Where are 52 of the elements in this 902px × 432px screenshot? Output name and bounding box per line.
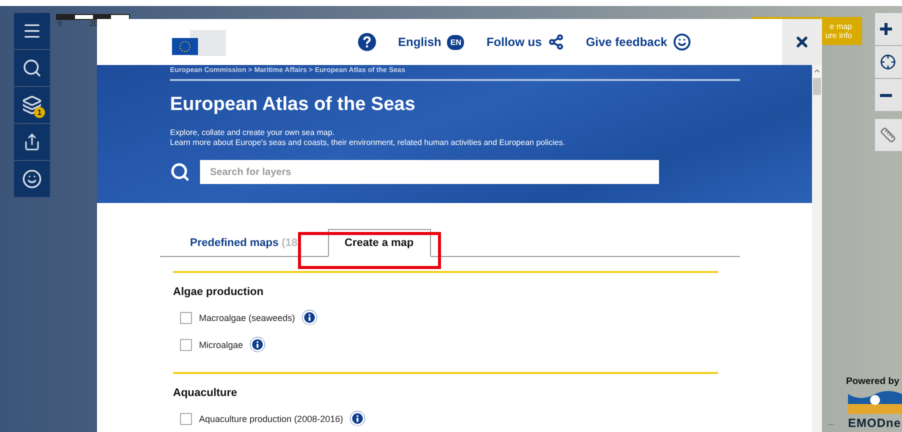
search-field[interactable]: Search for layers bbox=[200, 160, 659, 184]
layer-label: Microalgae bbox=[199, 340, 244, 350]
language-code-badge: EN bbox=[447, 34, 464, 50]
description-text: Explore, collate and create your own sea map. bbox=[170, 128, 336, 138]
smiley-icon bbox=[673, 33, 692, 51]
ruler-icon bbox=[880, 127, 896, 143]
section-title: Algae production bbox=[173, 286, 264, 298]
follow-link[interactable]: Follow us bbox=[486, 34, 564, 50]
measure-button[interactable] bbox=[875, 119, 902, 151]
feedback-button[interactable] bbox=[14, 161, 50, 197]
tooltip-text: e map bbox=[830, 22, 852, 31]
zoom-in-button[interactable] bbox=[875, 13, 902, 45]
layers-count-badge: 1 bbox=[34, 107, 45, 118]
share-icon bbox=[548, 34, 564, 50]
menu-button[interactable] bbox=[14, 13, 50, 49]
crosshair-icon bbox=[880, 54, 896, 70]
language-link[interactable]: English EN bbox=[398, 34, 464, 50]
smiley-icon bbox=[22, 169, 42, 189]
layers-button[interactable]: 1 bbox=[14, 87, 50, 123]
logo-text: EMODne bbox=[848, 416, 902, 430]
info-icon[interactable] bbox=[302, 310, 318, 325]
flag-logo-icon bbox=[170, 28, 228, 56]
scrollbar-thumb[interactable] bbox=[813, 78, 821, 95]
logo-icon bbox=[848, 390, 902, 414]
powered-by-text: Powered by bbox=[846, 376, 900, 387]
layer-label: Aquaculture production (2008-2016) bbox=[199, 414, 344, 424]
feedback-link[interactable]: Give feedback bbox=[586, 33, 692, 51]
minus-icon bbox=[880, 94, 892, 96]
layer-checkbox[interactable] bbox=[180, 412, 192, 424]
layer-checkbox[interactable] bbox=[180, 338, 192, 350]
close-button[interactable] bbox=[794, 34, 810, 50]
layer-checkbox[interactable] bbox=[180, 312, 192, 324]
plus-icon bbox=[880, 23, 892, 35]
share-icon bbox=[23, 133, 41, 151]
search-icon bbox=[170, 162, 190, 182]
info-icon[interactable] bbox=[350, 411, 366, 426]
help-icon[interactable] bbox=[358, 33, 376, 51]
locate-button[interactable] bbox=[875, 46, 902, 78]
tooltip-text: ure info bbox=[825, 31, 852, 40]
description-text: Learn more about Europe's seas and coasts, their environment, related human activities and European policies. bbox=[170, 138, 566, 148]
close-icon bbox=[794, 34, 810, 50]
page-title: European Atlas of the Seas bbox=[170, 94, 416, 116]
search-button[interactable] bbox=[14, 50, 50, 86]
layer-label: Macroalgae (seaweeds) bbox=[199, 312, 296, 322]
zoom-out-button[interactable] bbox=[875, 79, 902, 111]
search-icon bbox=[22, 58, 42, 78]
share-button[interactable] bbox=[14, 124, 50, 160]
layers-icon bbox=[22, 95, 42, 115]
info-icon[interactable] bbox=[250, 337, 266, 352]
scroll-up-icon[interactable] bbox=[813, 67, 821, 75]
section-title: Aquaculture bbox=[173, 387, 238, 399]
attribution-text: ... bbox=[828, 418, 835, 427]
